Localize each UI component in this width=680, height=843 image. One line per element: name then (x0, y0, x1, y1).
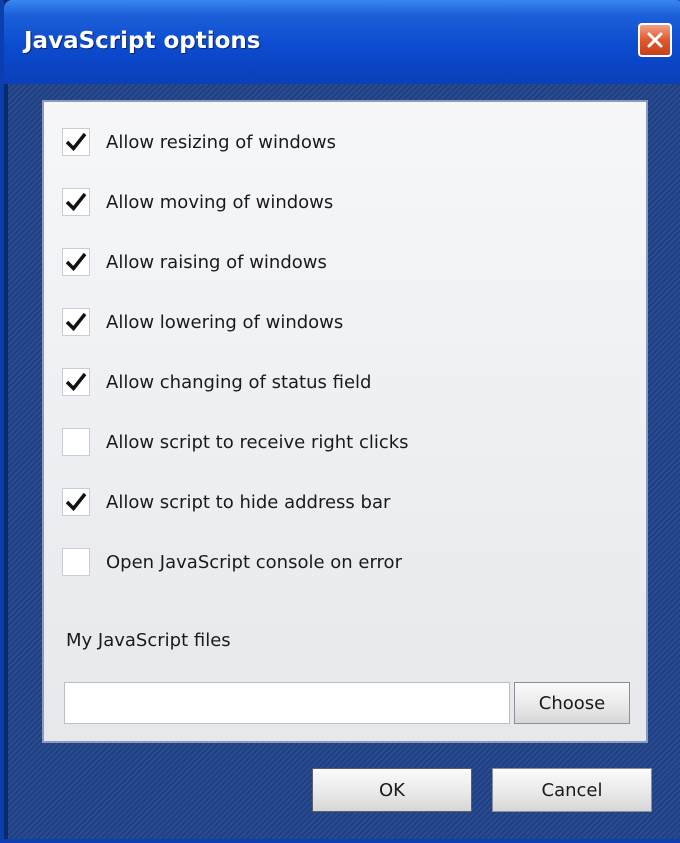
allow-moving-label: Allow moving of windows (106, 191, 334, 213)
option-hide-address-bar[interactable]: Allow script to hide address bar (62, 485, 390, 519)
ok-button[interactable]: OK (312, 768, 472, 812)
hide-address-bar-checkbox[interactable] (62, 488, 90, 516)
checkmark-icon (65, 312, 87, 332)
cancel-button[interactable]: Cancel (492, 768, 652, 812)
checkmark-icon (65, 252, 87, 272)
checkmark-icon (65, 372, 87, 392)
checkmark-icon (65, 132, 87, 152)
open-console-label: Open JavaScript console on error (106, 551, 402, 573)
title-bar[interactable]: JavaScript options (4, 0, 680, 84)
option-allow-right-clicks[interactable]: Allow script to receive right clicks (62, 425, 409, 459)
option-allow-moving[interactable]: Allow moving of windows (62, 185, 333, 219)
checkmark-icon (65, 492, 87, 512)
allow-right-clicks-checkbox[interactable] (62, 428, 90, 456)
allow-raising-label: Allow raising of windows (106, 251, 327, 273)
option-allow-raising[interactable]: Allow raising of windows (62, 245, 327, 279)
allow-resizing-checkbox[interactable] (62, 128, 90, 156)
hide-address-bar-label: Allow script to hide address bar (106, 491, 391, 513)
open-console-checkbox[interactable] (62, 548, 90, 576)
window-title: JavaScript options (24, 28, 261, 54)
close-button[interactable] (638, 23, 672, 57)
option-allow-status-field[interactable]: Allow changing of status field (62, 365, 371, 399)
close-icon (647, 32, 663, 48)
allow-lowering-checkbox[interactable] (62, 308, 90, 336)
choose-button[interactable]: Choose (514, 682, 630, 724)
allow-raising-checkbox[interactable] (62, 248, 90, 276)
checkmark-icon (65, 192, 87, 212)
allow-right-clicks-label: Allow script to receive right clicks (106, 431, 409, 453)
allow-moving-checkbox[interactable] (62, 188, 90, 216)
allow-status-field-label: Allow changing of status field (106, 371, 372, 393)
javascript-files-input[interactable] (64, 682, 510, 724)
option-open-console[interactable]: Open JavaScript console on error (62, 545, 402, 579)
option-allow-lowering[interactable]: Allow lowering of windows (62, 305, 343, 339)
javascript-files-label: My JavaScript files (66, 630, 231, 651)
allow-resizing-label: Allow resizing of windows (106, 131, 336, 153)
option-allow-resizing[interactable]: Allow resizing of windows (62, 125, 336, 159)
allow-lowering-label: Allow lowering of windows (106, 311, 344, 333)
allow-status-field-checkbox[interactable] (62, 368, 90, 396)
